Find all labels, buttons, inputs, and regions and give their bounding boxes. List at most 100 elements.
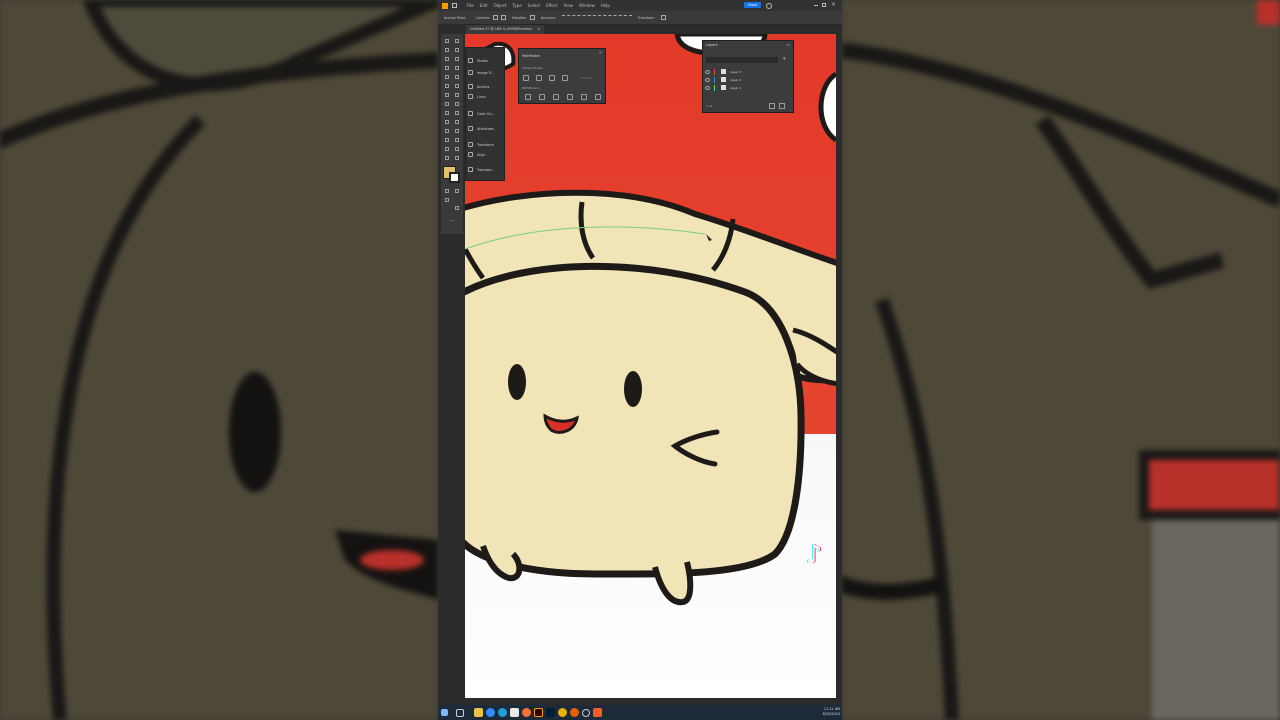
screen-mode-icon[interactable] bbox=[453, 204, 460, 211]
symbol-sprayer-tool-icon[interactable] bbox=[453, 136, 460, 143]
curvature-tool-icon[interactable] bbox=[453, 55, 460, 62]
store-icon[interactable] bbox=[510, 708, 519, 717]
dock-item-attributes[interactable]: Attributes bbox=[468, 124, 494, 133]
dock-item-align[interactable]: Align bbox=[468, 150, 486, 159]
illustrator-icon[interactable] bbox=[534, 708, 543, 717]
tab-close-icon[interactable]: × bbox=[537, 27, 540, 31]
expand-button[interactable]: Expand bbox=[581, 76, 592, 80]
dock-item-transform[interactable]: Transform bbox=[468, 140, 494, 149]
dock-item-stroke[interactable]: Stroke bbox=[468, 56, 488, 65]
menu-effect[interactable]: Effect bbox=[546, 3, 558, 8]
merge-button[interactable] bbox=[553, 94, 559, 100]
windows-start-icon[interactable] bbox=[441, 709, 448, 716]
new-layer-icon[interactable] bbox=[769, 103, 775, 109]
menu-help[interactable]: Help bbox=[601, 3, 610, 8]
menu-view[interactable]: View bbox=[564, 3, 574, 8]
menu-file[interactable]: File bbox=[467, 3, 474, 8]
file-explorer-icon[interactable] bbox=[474, 708, 483, 717]
task-view-icon[interactable] bbox=[456, 708, 464, 717]
canvas[interactable] bbox=[465, 34, 836, 698]
rectangle-tool-icon[interactable] bbox=[443, 73, 450, 80]
width-tool-icon[interactable] bbox=[453, 100, 460, 107]
exclude-button[interactable] bbox=[562, 75, 568, 81]
paint-icon[interactable] bbox=[593, 708, 602, 717]
outline-button[interactable] bbox=[581, 94, 587, 100]
firefox-icon[interactable] bbox=[570, 708, 579, 717]
eyedropper-tool-icon[interactable] bbox=[453, 127, 460, 134]
artboard-tool-icon[interactable] bbox=[453, 145, 460, 152]
transform-link[interactable]: Transform bbox=[638, 16, 655, 20]
taskbar-clock[interactable]: 11:21 AM 6/20/2023 bbox=[823, 707, 840, 716]
more-tools-icon[interactable]: ··· bbox=[449, 218, 455, 225]
direct-selection-tool-icon[interactable] bbox=[453, 37, 460, 44]
document-tab[interactable]: Untitled-1* @ 168 % (RGB/Preview) × bbox=[466, 25, 545, 34]
dock-item-links[interactable]: Links bbox=[468, 92, 486, 101]
minus-back-button[interactable] bbox=[595, 94, 601, 100]
crop-button[interactable] bbox=[567, 94, 573, 100]
gradient-tool-icon[interactable] bbox=[443, 127, 450, 134]
menu-edit[interactable]: Edit bbox=[480, 3, 488, 8]
maximize-icon[interactable] bbox=[822, 3, 826, 7]
perspective-grid-tool-icon[interactable] bbox=[443, 118, 450, 125]
dock-item-color-guide[interactable]: Color Gu... bbox=[468, 109, 495, 118]
type-tool-icon[interactable] bbox=[443, 64, 450, 71]
menu-type[interactable]: Type bbox=[512, 3, 521, 8]
scale-tool-icon[interactable] bbox=[443, 100, 450, 107]
zoom-app-icon[interactable] bbox=[486, 708, 495, 717]
menu-window[interactable]: Window bbox=[579, 3, 595, 8]
minimize-icon[interactable] bbox=[814, 5, 818, 6]
free-transform-tool-icon[interactable] bbox=[443, 109, 450, 116]
line-tool-icon[interactable] bbox=[453, 64, 460, 71]
firefox-icon[interactable] bbox=[522, 708, 531, 717]
close-icon[interactable]: × bbox=[831, 1, 836, 8]
divide-button[interactable] bbox=[525, 94, 531, 100]
draw-mode-icon[interactable] bbox=[443, 196, 450, 203]
zoom-tool-icon[interactable] bbox=[453, 154, 460, 161]
search-icon[interactable] bbox=[766, 3, 772, 9]
mesh-tool-icon[interactable] bbox=[453, 118, 460, 125]
magic-wand-tool-icon[interactable] bbox=[443, 46, 450, 53]
selection-tool-icon[interactable] bbox=[443, 37, 450, 44]
photoshop-icon[interactable] bbox=[546, 708, 555, 717]
color-mode-icon[interactable] bbox=[443, 187, 450, 194]
convert-smooth-icon[interactable] bbox=[493, 15, 499, 20]
handles-icon[interactable] bbox=[529, 15, 535, 20]
eraser-tool-icon[interactable] bbox=[443, 91, 450, 98]
menu-select[interactable]: Select bbox=[528, 3, 540, 8]
dock-item-image-trace[interactable]: Image Tr... bbox=[468, 68, 495, 77]
graph-tool-icon[interactable] bbox=[443, 145, 450, 152]
shape-builder-tool-icon[interactable] bbox=[453, 109, 460, 116]
stroke-swatch[interactable] bbox=[449, 172, 460, 183]
shaper-tool-icon[interactable] bbox=[443, 82, 450, 89]
layers-search-input[interactable] bbox=[706, 57, 778, 63]
trim-button[interactable] bbox=[539, 94, 545, 100]
dock-item-transparency[interactable]: Transpar... bbox=[468, 165, 495, 174]
lasso-tool-icon[interactable] bbox=[453, 46, 460, 53]
blend-tool-icon[interactable] bbox=[443, 136, 450, 143]
pen-tool-icon[interactable] bbox=[443, 55, 450, 62]
menu-object[interactable]: Object bbox=[493, 3, 506, 8]
unite-button[interactable] bbox=[523, 75, 529, 81]
layer-row[interactable]: Layer 1 bbox=[705, 84, 785, 91]
convert-corner-icon[interactable] bbox=[501, 15, 507, 20]
dock-item-actions[interactable]: Actions bbox=[468, 82, 489, 91]
layer-row[interactable]: Layer 3 bbox=[705, 68, 785, 75]
hand-tool-icon[interactable] bbox=[443, 154, 450, 161]
home-icon[interactable] bbox=[452, 3, 457, 8]
share-button[interactable]: Share bbox=[744, 2, 761, 8]
pencil-tool-icon[interactable] bbox=[453, 82, 460, 89]
panel-close-icon[interactable]: × bbox=[599, 50, 602, 55]
edge-icon[interactable] bbox=[498, 708, 507, 717]
layer-row[interactable]: Layer 2 bbox=[705, 76, 785, 83]
isolate-icon[interactable] bbox=[660, 15, 666, 20]
filter-icon[interactable]: ▾ bbox=[783, 56, 786, 62]
delete-layer-icon[interactable] bbox=[779, 103, 785, 109]
settings-icon[interactable] bbox=[582, 708, 590, 717]
chrome-icon[interactable] bbox=[558, 708, 567, 717]
align-icons[interactable] bbox=[561, 15, 632, 20]
visibility-eye-icon[interactable] bbox=[705, 77, 710, 82]
gradient-mode-icon[interactable] bbox=[453, 187, 460, 194]
minus-front-button[interactable] bbox=[536, 75, 542, 81]
visibility-eye-icon[interactable] bbox=[705, 69, 710, 74]
intersect-button[interactable] bbox=[549, 75, 555, 81]
